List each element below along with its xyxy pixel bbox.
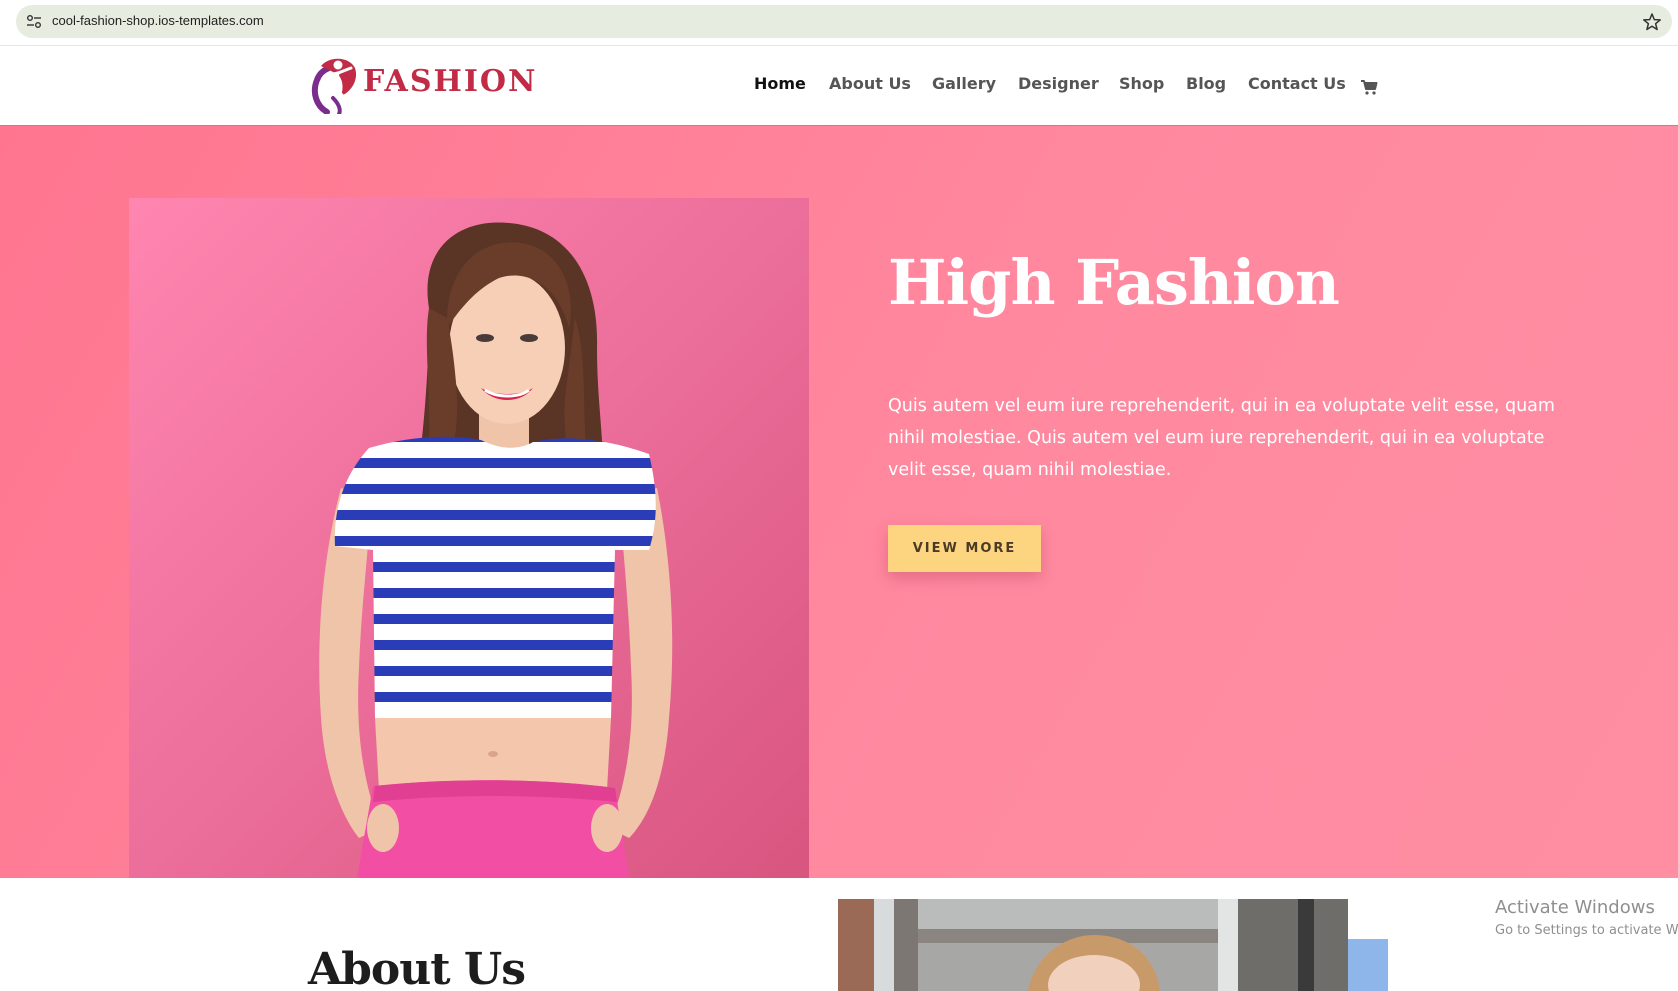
address-bar[interactable]: cool-fashion-shop.ios-templates.com	[16, 5, 1672, 38]
about-accent-block	[1348, 939, 1388, 991]
site-logo[interactable]: FASHION	[311, 54, 535, 116]
nav-about-us[interactable]: About Us	[829, 74, 911, 93]
hero-section: High Fashion Quis autem vel eum iure rep…	[0, 126, 1678, 878]
hero-description: Quis autem vel eum iure reprehenderit, q…	[888, 396, 1555, 480]
star-icon[interactable]	[1642, 12, 1662, 32]
site-info-icon[interactable]	[26, 14, 42, 29]
browser-divider	[0, 45, 1678, 46]
url-text[interactable]: cool-fashion-shop.ios-templates.com	[52, 13, 264, 28]
hero-title: High Fashion	[888, 246, 1340, 319]
dancer-logo-icon	[311, 54, 359, 116]
activate-windows-subtitle: Go to Settings to activate W	[1495, 923, 1678, 938]
activate-windows-title: Activate Windows	[1495, 897, 1655, 918]
nav-designer[interactable]: Designer	[1018, 74, 1099, 93]
logo-wordmark: FASHION	[363, 64, 538, 99]
cart-icon[interactable]	[1360, 78, 1378, 96]
view-more-button[interactable]: VIEW MORE	[888, 525, 1041, 572]
page: cool-fashion-shop.ios-templates.com FASH…	[0, 0, 1678, 991]
about-photo	[838, 899, 1348, 991]
nav-shop[interactable]: Shop	[1119, 74, 1164, 93]
nav-gallery[interactable]: Gallery	[932, 74, 996, 93]
hero-model-photo	[129, 198, 809, 878]
nav-home[interactable]: Home	[754, 74, 806, 93]
nav-blog[interactable]: Blog	[1186, 74, 1226, 93]
about-section-title: About Us	[308, 944, 526, 991]
nav-contact-us[interactable]: Contact Us	[1248, 74, 1346, 93]
